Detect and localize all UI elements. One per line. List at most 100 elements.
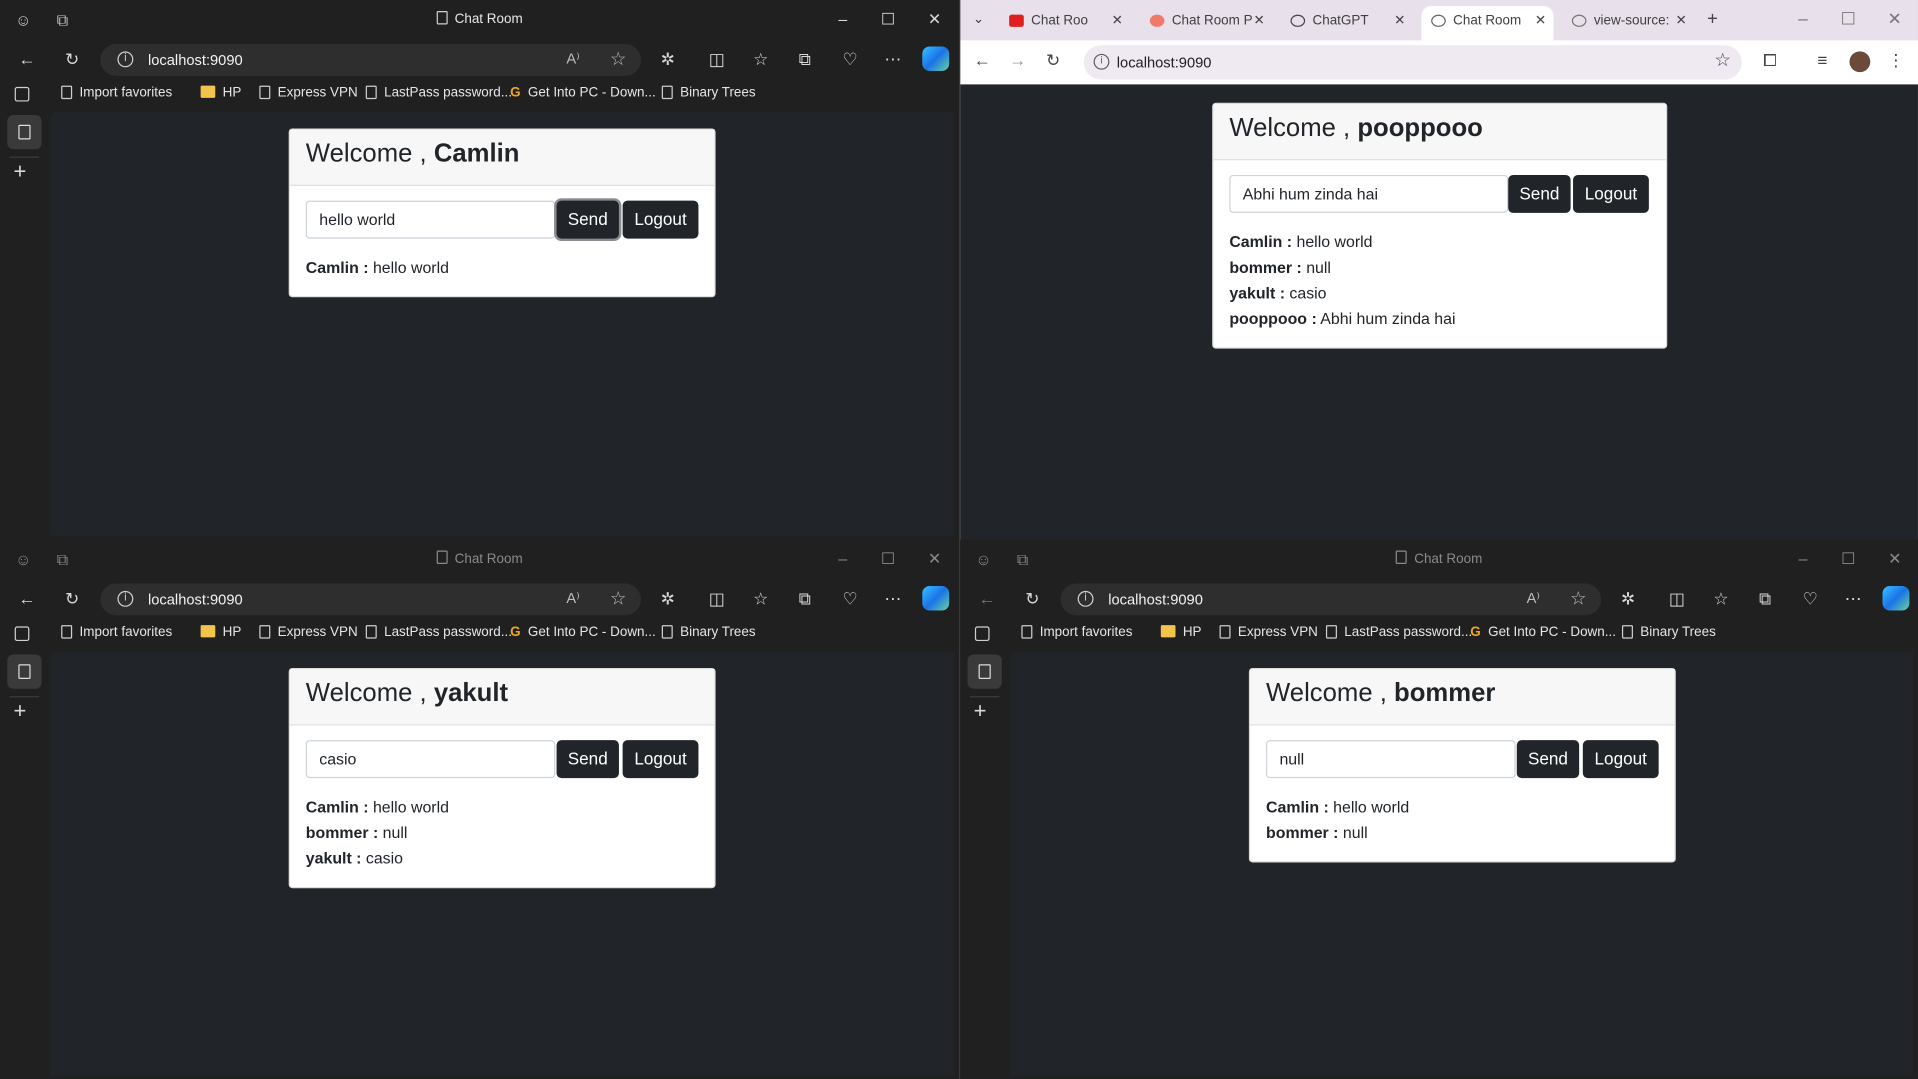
collections-icon[interactable]: ⧉ — [794, 587, 816, 609]
logout-button[interactable]: Logout — [1582, 740, 1659, 779]
refresh-icon[interactable]: ↻ — [61, 48, 83, 70]
site-info-icon[interactable]: i — [117, 51, 134, 68]
send-button[interactable]: Send — [1508, 174, 1571, 213]
tab-chatgpt[interactable]: ChatGPT ✕ — [1281, 6, 1413, 35]
title-bar[interactable]: ☺ ⧉ Chat Room – ☐ ✕ — [0, 540, 959, 580]
refresh-icon[interactable]: ↻ — [1042, 50, 1064, 71]
minimize-button[interactable]: – — [833, 10, 853, 30]
minimize-button[interactable]: – — [833, 549, 853, 569]
fav-hp[interactable]: HP — [200, 625, 241, 640]
fav-express-vpn[interactable]: Express VPN — [1219, 625, 1318, 640]
maximize-button[interactable]: ☐ — [878, 10, 898, 30]
favorite-star-icon[interactable]: ☆ — [610, 587, 626, 609]
close-button[interactable]: ✕ — [1885, 549, 1905, 569]
message-input[interactable]: casio — [305, 740, 556, 779]
read-aloud-icon[interactable]: A⁾ — [1527, 590, 1540, 607]
extensions-icon[interactable]: ⧠ — [1759, 50, 1781, 71]
tab-search-icon[interactable]: ⌄ — [968, 11, 990, 27]
close-tab-icon[interactable]: ✕ — [1535, 12, 1546, 28]
close-button[interactable]: ✕ — [1884, 9, 1906, 30]
favorite-star-icon[interactable]: ☆ — [610, 48, 626, 70]
close-tab-icon[interactable]: ✕ — [1676, 12, 1687, 28]
send-button[interactable]: Send — [1516, 740, 1580, 779]
logout-button[interactable]: Logout — [622, 200, 699, 239]
fav-lastpass[interactable]: LastPass password... — [1325, 625, 1472, 640]
more-menu-icon[interactable]: ⋯ — [1842, 587, 1864, 609]
minimize-button[interactable]: – — [1792, 9, 1814, 29]
active-tab-icon[interactable] — [7, 654, 42, 689]
bookmark-star-icon[interactable]: ☆ — [1714, 49, 1730, 71]
new-tab-icon[interactable]: + — [13, 159, 26, 185]
new-tab-icon[interactable]: + — [974, 699, 987, 725]
address-bar[interactable]: i localhost:9090 A⁾ ☆ — [100, 583, 641, 616]
forward-icon[interactable]: → — [1007, 50, 1029, 70]
fav-lastpass[interactable]: LastPass password... — [365, 625, 512, 640]
browser-essentials-icon[interactable]: ♡ — [1799, 587, 1821, 609]
fav-express-vpn[interactable]: Express VPN — [259, 625, 358, 640]
logout-button[interactable]: Logout — [1573, 174, 1649, 213]
active-tab-icon[interactable] — [7, 114, 42, 150]
fav-import[interactable]: Import favorites — [1021, 625, 1132, 640]
back-icon[interactable]: ← — [16, 48, 38, 70]
logout-button[interactable]: Logout — [622, 740, 699, 779]
tab-view-source[interactable]: view-source: ✕ — [1562, 6, 1694, 35]
more-menu-icon[interactable]: ⋯ — [882, 48, 904, 70]
extensions-icon[interactable]: ✲ — [657, 48, 679, 70]
minimize-button[interactable]: – — [1793, 549, 1813, 569]
omnibox[interactable]: i localhost:9090 ☆ — [1083, 45, 1742, 80]
read-aloud-icon[interactable]: A⁾ — [566, 50, 579, 67]
message-input[interactable]: null — [1266, 740, 1516, 779]
tab-actions-icon[interactable] — [14, 626, 30, 642]
site-info-icon[interactable]: i — [117, 590, 134, 607]
close-button[interactable]: ✕ — [925, 549, 945, 569]
copilot-icon[interactable] — [922, 46, 950, 71]
address-bar[interactable]: i localhost:9090 A⁾ ☆ — [100, 44, 641, 76]
read-aloud-icon[interactable]: A⁾ — [566, 590, 579, 607]
collections-icon[interactable]: ⧉ — [1754, 587, 1776, 609]
copilot-icon[interactable] — [1882, 586, 1910, 611]
close-button[interactable]: ✕ — [925, 10, 945, 30]
send-button[interactable]: Send — [556, 740, 619, 779]
split-screen-icon[interactable]: ◫ — [706, 587, 728, 609]
tab-chat-room-p[interactable]: Chat Room P ✕ — [1140, 6, 1272, 35]
site-info-icon[interactable]: i — [1077, 590, 1094, 607]
new-tab-icon[interactable]: + — [1701, 9, 1723, 30]
chrome-menu-icon[interactable]: ⋮ — [1885, 50, 1907, 71]
site-info-icon[interactable]: i — [1093, 53, 1110, 70]
browser-essentials-icon[interactable]: ♡ — [839, 48, 861, 70]
favorites-icon[interactable]: ☆ — [750, 587, 772, 609]
new-tab-icon[interactable]: + — [13, 699, 26, 725]
active-tab-icon[interactable] — [967, 654, 1002, 689]
refresh-icon[interactable]: ↻ — [1021, 587, 1043, 609]
close-tab-icon[interactable]: ✕ — [1254, 12, 1265, 28]
back-icon[interactable]: ← — [16, 587, 38, 609]
favorite-star-icon[interactable]: ☆ — [1570, 587, 1586, 609]
fav-getintopc[interactable]: G Get Into PC - Down... — [510, 86, 656, 101]
fav-express-vpn[interactable]: Express VPN — [259, 85, 358, 100]
address-text[interactable]: localhost:9090 — [1117, 54, 1212, 71]
extensions-icon[interactable]: ✲ — [657, 587, 679, 609]
message-input[interactable]: Abhi hum zinda hai — [1229, 174, 1509, 213]
tab-chat-room-active[interactable]: Chat Room ✕ — [1421, 6, 1554, 41]
split-screen-icon[interactable]: ◫ — [706, 48, 728, 70]
maximize-button[interactable]: ☐ — [1837, 9, 1859, 30]
fav-import[interactable]: Import favorites — [61, 625, 172, 640]
avatar[interactable] — [1849, 51, 1871, 73]
back-icon[interactable]: ← — [971, 50, 993, 70]
tab-actions-icon[interactable] — [14, 86, 30, 102]
send-button[interactable]: Send — [556, 200, 619, 239]
address-text[interactable]: localhost:9090 — [148, 51, 243, 68]
favorites-icon[interactable]: ☆ — [1710, 587, 1732, 609]
more-menu-icon[interactable]: ⋯ — [882, 587, 904, 609]
collections-icon[interactable]: ⧉ — [794, 48, 816, 70]
tab-actions-icon[interactable] — [974, 626, 990, 642]
address-text[interactable]: localhost:9090 — [148, 591, 243, 608]
message-input[interactable]: hello world — [305, 200, 556, 239]
title-bar[interactable]: ☺ ⧉ Chat Room – ☐ ✕ — [0, 0, 959, 40]
maximize-button[interactable]: ☐ — [1838, 549, 1858, 569]
refresh-icon[interactable]: ↻ — [61, 587, 83, 609]
fav-import[interactable]: Import favorites — [61, 85, 172, 100]
media-controls-icon[interactable]: ≡ — [1812, 50, 1834, 70]
fav-lastpass[interactable]: LastPass password... — [365, 85, 512, 100]
back-icon[interactable]: ← — [976, 587, 998, 609]
